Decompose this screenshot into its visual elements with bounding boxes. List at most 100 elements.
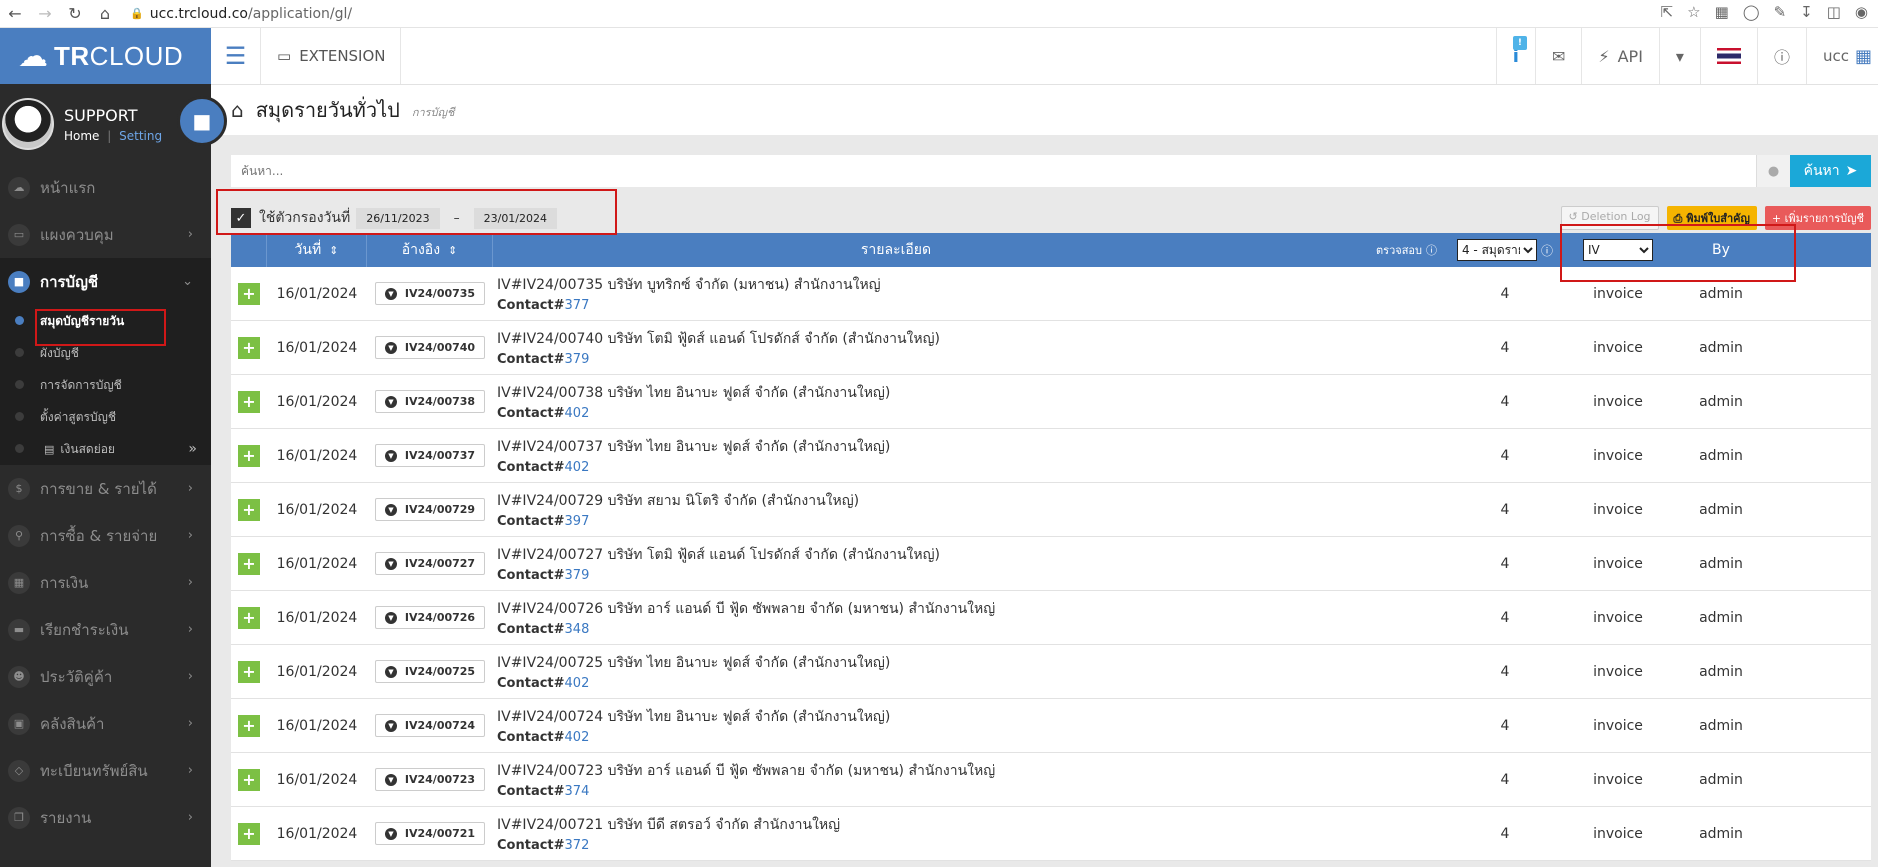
expand-row-button[interactable]: + xyxy=(238,768,260,791)
ref-button[interactable]: ▼ IV24/00729 xyxy=(374,498,486,521)
sidebar-item-purchase[interactable]: ⚲ การซื้อ & รายจ่าย › xyxy=(0,512,211,559)
home-icon[interactable]: ⌂ xyxy=(231,98,244,122)
search-button[interactable]: ค้นหา ➤ xyxy=(1790,155,1871,187)
home-icon[interactable]: ⌂ xyxy=(90,4,120,23)
extension-icon[interactable]: ▦ xyxy=(1715,3,1729,21)
header-ref[interactable]: อ้างอิง ⇕ xyxy=(367,233,493,267)
table-row[interactable]: +16/01/2024 ▼ IV24/00725 IV#IV24/00725 บริษ… xyxy=(231,645,1871,699)
expand-row-button[interactable]: + xyxy=(238,282,260,305)
expand-row-button[interactable]: + xyxy=(238,606,260,629)
extension-button[interactable]: ▭ EXTENSION xyxy=(261,28,401,84)
journal-book-select[interactable]: 4 - สมุดรายวันขาย xyxy=(1456,239,1537,261)
search-input[interactable] xyxy=(231,156,1756,186)
back-icon[interactable]: ← xyxy=(0,4,30,23)
subitem-petty-cash[interactable]: ▤ เงินสดย่อย » xyxy=(0,433,211,465)
table-row[interactable]: +16/01/2024 ▼ IV24/00724 IV#IV24/00724 บริษ… xyxy=(231,699,1871,753)
api-button[interactable]: ⚡ API xyxy=(1581,28,1659,84)
home-link[interactable]: Home xyxy=(64,129,99,143)
contact-link[interactable]: 397 xyxy=(565,514,590,529)
setting-link[interactable]: Setting xyxy=(119,129,162,143)
avatar[interactable] xyxy=(2,98,54,150)
date-to-input[interactable]: 23/01/2024 xyxy=(473,207,558,229)
expand-row-button[interactable]: + xyxy=(238,390,260,413)
expand-row-button[interactable]: + xyxy=(238,822,260,845)
table-row[interactable]: +16/01/2024 ▼ IV24/00737 IV#IV24/00737 บริษ… xyxy=(231,429,1871,483)
table-row[interactable]: +16/01/2024 ▼ IV24/00735 IV#IV24/00735 บริษ… xyxy=(231,267,1871,321)
expand-row-button[interactable]: + xyxy=(238,714,260,737)
subitem-account-management[interactable]: การจัดการบัญชี xyxy=(0,369,211,401)
subitem-chart-of-accounts[interactable]: ผังบัญชี xyxy=(0,337,211,369)
table-row[interactable]: +16/01/2024 ▼ IV24/00727 IV#IV24/00727 บริษ… xyxy=(231,537,1871,591)
info-button[interactable]: i ! xyxy=(1495,28,1535,84)
deletion-log-button[interactable]: ↺ Deletion Log xyxy=(1560,206,1659,230)
sidebar-item-finance[interactable]: ▦ การเงิน › xyxy=(0,559,211,606)
help-button[interactable]: ⓘ xyxy=(1756,28,1806,84)
expand-row-button[interactable]: + xyxy=(238,498,260,521)
menu-toggle-icon[interactable]: ☰ xyxy=(211,28,261,84)
contact-link[interactable]: 374 xyxy=(565,784,590,799)
logo[interactable]: ☁ TRCLOUD xyxy=(0,28,211,84)
sidebar-item-billing[interactable]: ▬ เรียกชำระเงิน › xyxy=(0,606,211,653)
header-date[interactable]: วันที่ ⇕ xyxy=(267,233,367,267)
dropdown-button[interactable]: ▾ xyxy=(1658,28,1700,84)
contact-link[interactable]: 402 xyxy=(565,406,590,421)
profile-icon[interactable]: ◉ xyxy=(1855,3,1868,21)
sidebar-item-contacts[interactable]: ☻ ประวัติคู่ค้า › xyxy=(0,653,211,700)
ref-button[interactable]: ▼ IV24/00737 xyxy=(374,444,486,467)
ref-button[interactable]: ▼ IV24/00740 xyxy=(374,336,486,359)
table-row[interactable]: +16/01/2024 ▼ IV24/00740 IV#IV24/00740 บริษ… xyxy=(231,321,1871,375)
doc-type-select[interactable]: IV xyxy=(1583,239,1653,261)
sidebar-item-accounting[interactable]: ■ การบัญชี ⌄ xyxy=(0,258,211,305)
contact-link[interactable]: 348 xyxy=(565,622,590,637)
table-row[interactable]: +16/01/2024 ▼ IV24/00726 IV#IV24/00726 บริษ… xyxy=(231,591,1871,645)
ref-button[interactable]: ▼ IV24/00724 xyxy=(374,714,486,737)
mail-button[interactable]: ✉ xyxy=(1534,28,1581,84)
sidebar-item-dashboard[interactable]: ▭ แผงควบคุม › xyxy=(0,211,211,258)
contact-link[interactable]: 379 xyxy=(565,352,590,367)
sidepanel-icon[interactable]: ◫ xyxy=(1827,3,1841,21)
download-icon[interactable]: ↧ xyxy=(1800,3,1813,21)
expand-row-button[interactable]: + xyxy=(238,444,260,467)
contact-link[interactable]: 402 xyxy=(565,460,590,475)
ref-button[interactable]: ▼ IV24/00726 xyxy=(374,606,486,629)
ref-button[interactable]: ▼ IV24/00721 xyxy=(374,822,486,845)
ref-button[interactable]: ▼ IV24/00738 xyxy=(374,390,486,413)
contact-link[interactable]: 402 xyxy=(565,730,590,745)
expand-row-button[interactable]: + xyxy=(238,552,260,575)
reload-icon[interactable]: ↻ xyxy=(60,4,90,23)
expand-row-button[interactable]: + xyxy=(238,336,260,359)
address-bar[interactable]: 🔒 ucc.trcloud.co/application/gl/ xyxy=(130,6,352,22)
sidebar-item-inventory[interactable]: ▣ คลังสินค้า › xyxy=(0,700,211,747)
star-icon[interactable]: ☆ xyxy=(1687,3,1700,21)
table-row[interactable]: +16/01/2024 ▼ IV24/00723 IV#IV24/00723 บริษ… xyxy=(231,753,1871,807)
puzzle-icon[interactable]: ✎ xyxy=(1774,3,1787,21)
language-button[interactable] xyxy=(1699,28,1757,84)
table-row[interactable]: +16/01/2024 ▼ IV24/00721 IV#IV24/00721 บริษ… xyxy=(231,807,1871,861)
forward-icon[interactable]: → xyxy=(30,4,60,23)
ref-button[interactable]: ▼ IV24/00727 xyxy=(374,552,486,575)
ref-button[interactable]: ▼ IV24/00723 xyxy=(374,768,486,791)
contact-link[interactable]: 402 xyxy=(565,676,590,691)
sidebar-item-assets[interactable]: ◇ ทะเบียนทรัพย์สิน › xyxy=(0,747,211,794)
sidebar-item-sales[interactable]: $ การขาย & รายได้ › xyxy=(0,465,211,512)
microphone-icon[interactable]: ● xyxy=(1756,155,1790,187)
shield-icon[interactable]: ◯ xyxy=(1743,3,1760,21)
date-from-input[interactable]: 26/11/2023 xyxy=(356,207,440,229)
contact-link[interactable]: 372 xyxy=(565,838,590,853)
sidebar-item-home[interactable]: ☁ หน้าแรก xyxy=(0,164,211,211)
table-row[interactable]: +16/01/2024 ▼ IV24/00738 IV#IV24/00738 บริษ… xyxy=(231,375,1871,429)
company-button[interactable]: ucc ▦ xyxy=(1805,28,1878,84)
contact-link[interactable]: 377 xyxy=(565,298,590,313)
share-icon[interactable]: ⇱ xyxy=(1661,3,1674,21)
add-entry-button[interactable]: + เพิ่มรายการบัญชี xyxy=(1764,206,1871,230)
date-filter-checkbox[interactable]: ✓ xyxy=(231,208,251,228)
expand-row-button[interactable]: + xyxy=(238,660,260,683)
book-icon[interactable]: ■ xyxy=(177,96,227,146)
table-row[interactable]: +16/01/2024 ▼ IV24/00729 IV#IV24/00729 บริษ… xyxy=(231,483,1871,537)
sidebar-item-reports[interactable]: ❐ รายงาน › xyxy=(0,794,211,841)
subitem-journal[interactable]: สมุดบัญชีรายวัน xyxy=(0,305,211,337)
subitem-account-formula[interactable]: ตั้งค่าสูตรบัญชี xyxy=(0,401,211,433)
contact-link[interactable]: 379 xyxy=(565,568,590,583)
ref-button[interactable]: ▼ IV24/00725 xyxy=(374,660,486,683)
print-voucher-button[interactable]: ⎙ พิมพ์ใบสำคัญ xyxy=(1666,206,1757,230)
